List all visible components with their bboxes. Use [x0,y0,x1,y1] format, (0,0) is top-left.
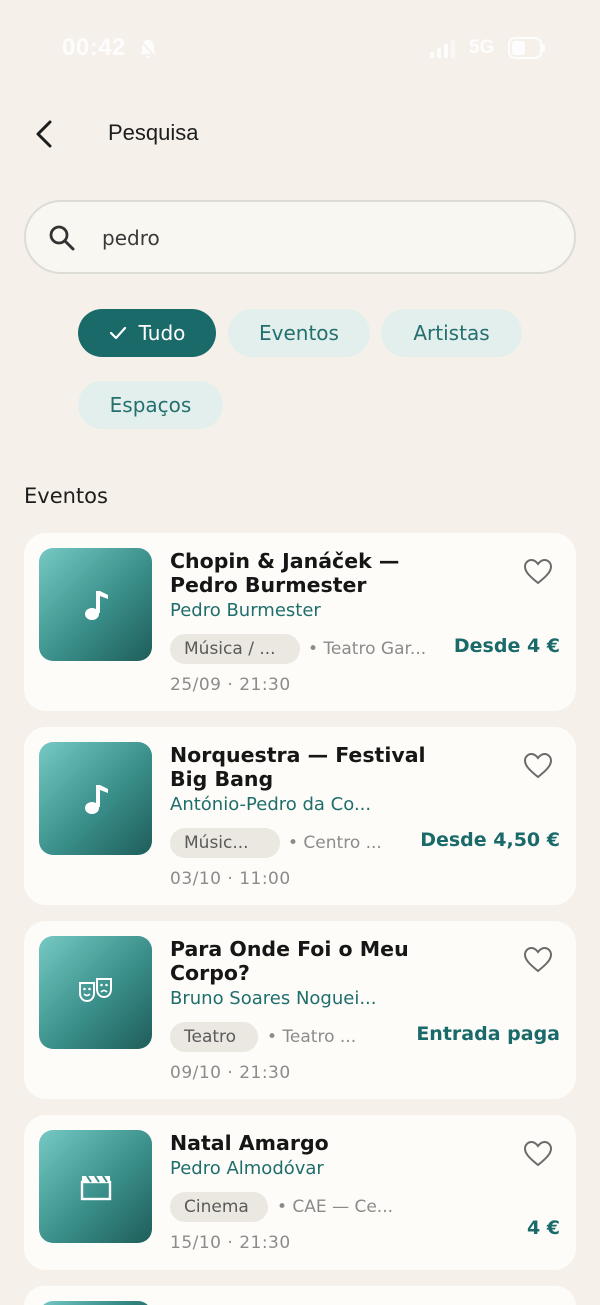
event-date: 25/09 · 21:30 [170,675,291,695]
favorite-heart-icon[interactable] [523,946,553,977]
filter-chip-label: Artistas [413,321,490,345]
battery-icon [508,37,546,63]
status-bar: 00:42 5G [0,0,600,96]
event-artist[interactable]: António-Pedro da Co... [170,794,420,815]
filter-chip-label: Tudo [138,321,186,345]
bell-muted-icon [138,38,158,64]
event-price: Entrada paga [416,1023,560,1045]
event-card[interactable]: Para Onde Foi o Meu Corpo? Bruno Soares … [24,921,576,1099]
check-icon [109,326,127,340]
event-venue: • CAE — Ce... [277,1197,394,1217]
event-venue: • Teatro ... [267,1027,357,1047]
event-date: 09/10 · 21:30 [170,1063,291,1083]
favorite-heart-icon[interactable] [523,1140,553,1171]
status-time: 00:42 [62,34,126,61]
event-card[interactable]: Norquestra — Festival Big Bang António-P… [24,727,576,905]
favorite-heart-icon[interactable] [523,558,553,589]
network-type: 5G [469,37,495,58]
music-note-icon [84,784,108,814]
filter-chip-label: Espaços [109,393,192,417]
filter-chip-label: Eventos [259,321,339,345]
event-title: Norquestra — Festival Big Bang [170,743,426,791]
filter-chip-eventos[interactable]: Eventos [228,309,370,357]
event-thumbnail [39,936,152,1049]
event-venue: • Teatro Gar... [308,639,427,659]
event-card[interactable]: Natal Amargo Pedro Almodóvar Cinema • CA… [24,1115,576,1270]
search-icon [46,222,78,258]
search-input[interactable] [102,220,542,256]
event-category-tag: Músic... [170,828,280,858]
music-note-icon [84,590,108,620]
back-button[interactable] [26,114,66,154]
event-artist[interactable]: Bruno Soares Noguei... [170,988,420,1009]
chevron-left-icon [36,120,52,148]
filter-chip-artistas[interactable]: Artistas [381,309,522,357]
filter-chip-espacos[interactable]: Espaços [78,381,223,429]
filter-chip-tudo[interactable]: Tudo [78,309,216,357]
event-thumbnail [39,742,152,855]
signal-icon [430,40,456,62]
event-card[interactable]: Chopin & Janáček — Pedro Burmester Pedro… [24,533,576,711]
event-thumbnail [39,548,152,661]
film-clapper-icon [80,1174,111,1200]
event-artist[interactable]: Pedro Almodóvar [170,1158,420,1179]
event-date: 15/10 · 21:30 [170,1233,291,1253]
event-category-tag: Música / ... [170,634,300,664]
favorite-heart-icon[interactable] [523,752,553,783]
event-price: Desde 4 € [453,635,560,657]
event-title: Para Onde Foi o Meu Corpo? [170,937,409,985]
event-title: Natal Amargo [170,1131,329,1155]
event-thumbnail [39,1130,152,1243]
section-title-eventos: Eventos [24,484,108,508]
event-artist[interactable]: Pedro Burmester [170,600,420,621]
event-venue: • Centro ... [288,833,382,853]
theater-masks-icon [78,977,112,1002]
event-title: Chopin & Janáček — Pedro Burmester [170,549,400,597]
event-price: Desde 4,50 € [420,829,560,851]
search-bar[interactable] [24,200,576,274]
event-card-partial[interactable] [24,1286,576,1305]
event-price: 4 € [526,1217,560,1239]
event-thumbnail [39,1301,152,1305]
event-category-tag: Teatro [170,1022,258,1052]
event-date: 03/10 · 11:00 [170,869,291,889]
event-category-tag: Cinema [170,1192,268,1222]
page-title: Pesquisa [108,120,199,145]
